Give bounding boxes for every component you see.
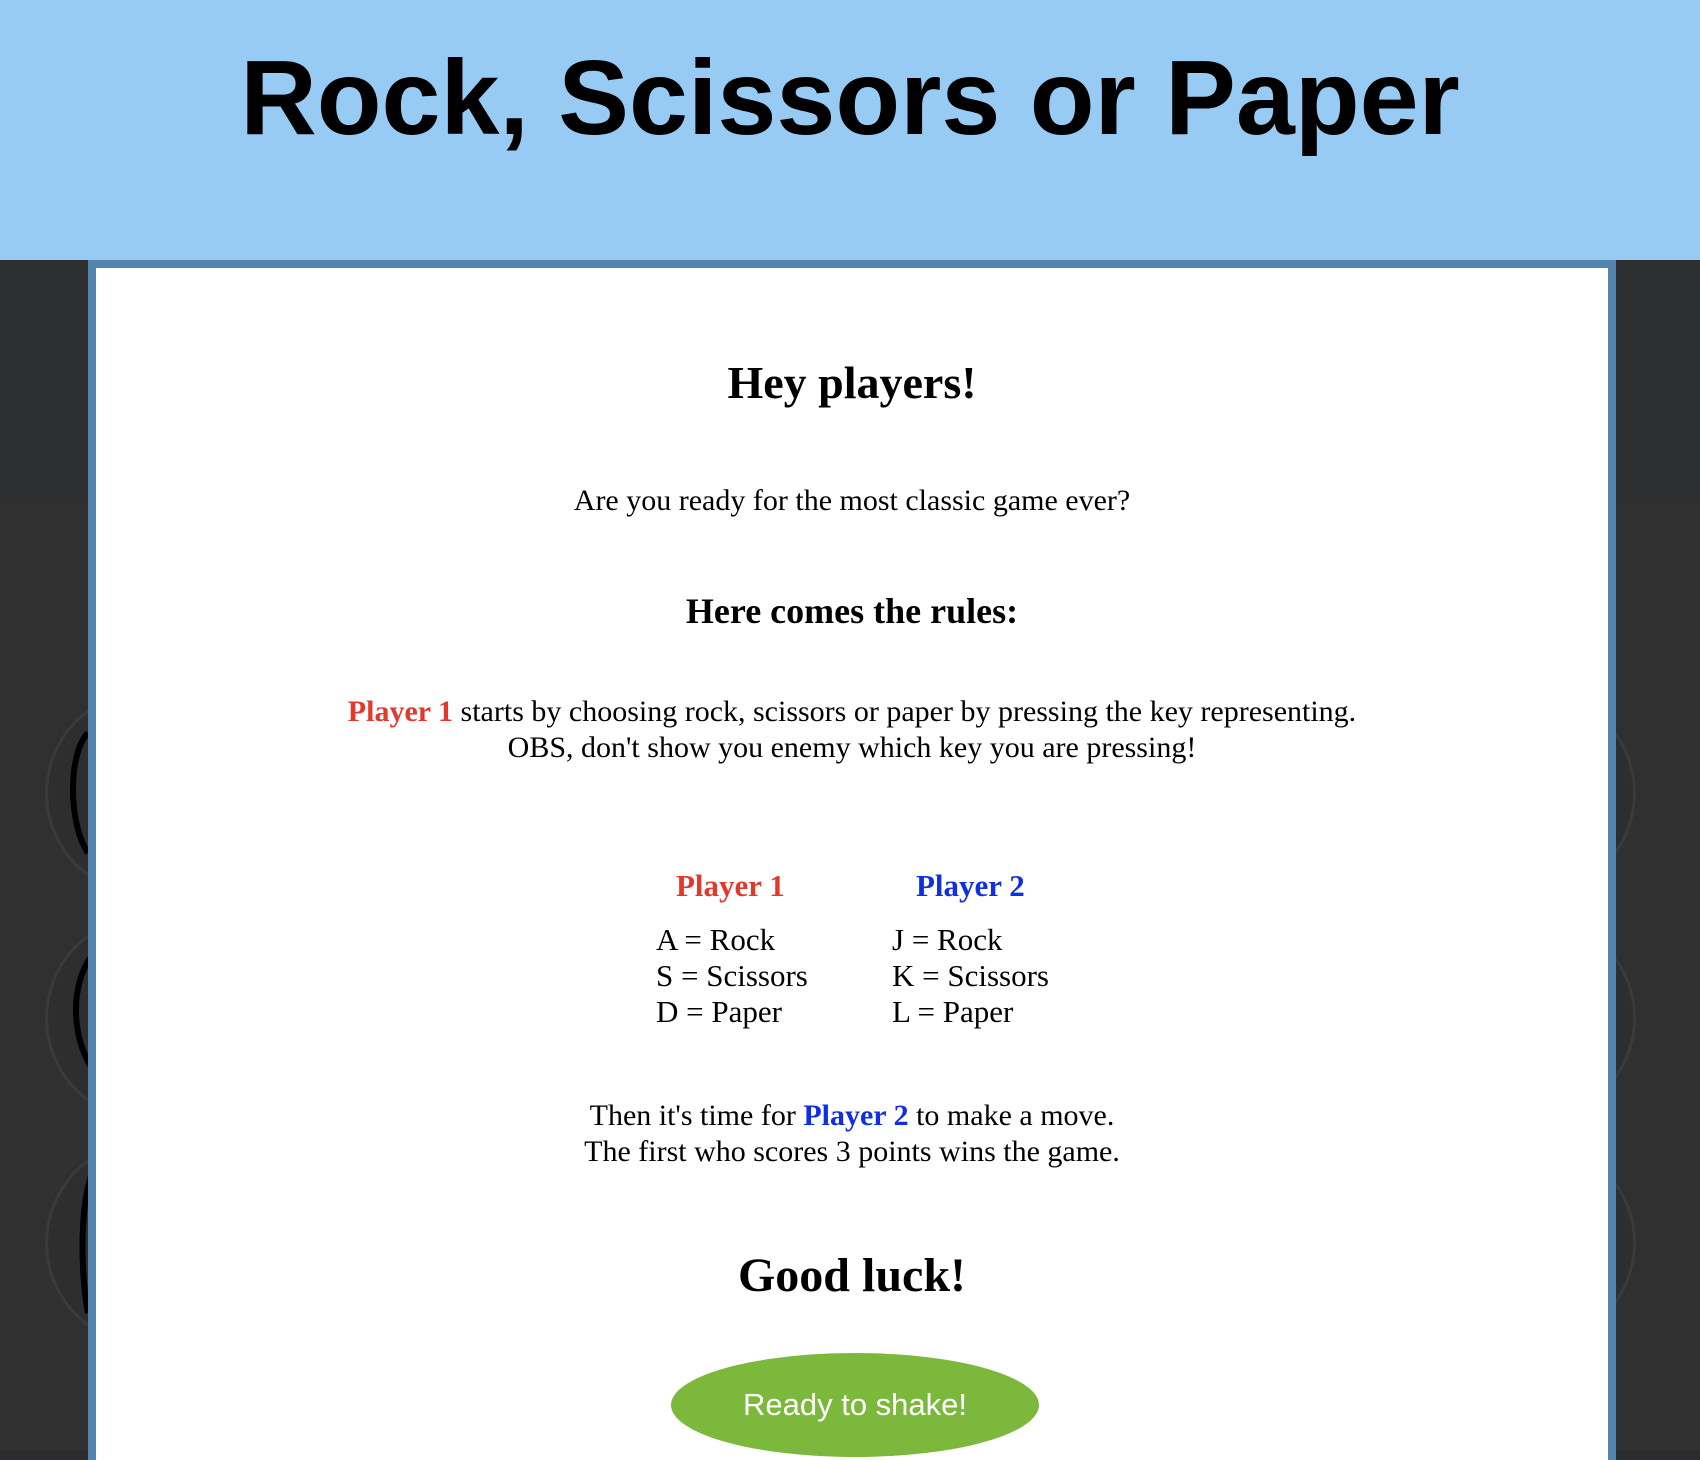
player2-key-paper: L = Paper bbox=[892, 994, 1014, 1029]
player2-heading: Player 2 bbox=[916, 868, 1025, 903]
turn-suffix: to make a move. bbox=[908, 1099, 1115, 1132]
player2-keys: Player 2 J = Rock K = Scissors L = Paper bbox=[892, 868, 1049, 1030]
win-condition-text: The first who scores 3 points wins the g… bbox=[584, 1135, 1120, 1168]
player2-key-scissors: K = Scissors bbox=[892, 958, 1049, 993]
player1-key-rock: A = Rock bbox=[656, 922, 776, 957]
rules-line1-text: starts by choosing rock, scissors or pap… bbox=[453, 695, 1357, 728]
greeting-heading: Hey players! bbox=[727, 357, 977, 408]
player1-heading: Player 1 bbox=[676, 868, 785, 903]
rules-line2-text: OBS, don't show you enemy which key you … bbox=[507, 731, 1197, 764]
player2-key-rock: J = Rock bbox=[892, 922, 1003, 957]
turn-prefix: Then it's time for bbox=[589, 1099, 804, 1132]
page-title: Rock, Scissors or Paper bbox=[240, 39, 1460, 157]
turn-text: Then it's time for Player 2 to make a mo… bbox=[96, 1098, 1608, 1170]
player1-keys: Player 1 A = Rock S = Scissors D = Paper bbox=[656, 868, 808, 1030]
intro-text: Are you ready for the most classic game … bbox=[573, 484, 1131, 517]
player1-label: Player 1 bbox=[347, 695, 454, 728]
player1-key-paper: D = Paper bbox=[656, 994, 782, 1029]
ready-to-shake-button[interactable]: Ready to shake! bbox=[671, 1353, 1039, 1457]
player2-label: Player 2 bbox=[803, 1099, 909, 1132]
rules-heading: Here comes the rules: bbox=[685, 591, 1019, 631]
good-luck-heading: Good luck! bbox=[737, 1249, 967, 1302]
player1-key-scissors: S = Scissors bbox=[656, 958, 808, 993]
rules-modal: Hey players! Are you ready for the most … bbox=[88, 260, 1616, 1460]
rules-text: Player 1 starts by choosing rock, scisso… bbox=[96, 694, 1608, 766]
